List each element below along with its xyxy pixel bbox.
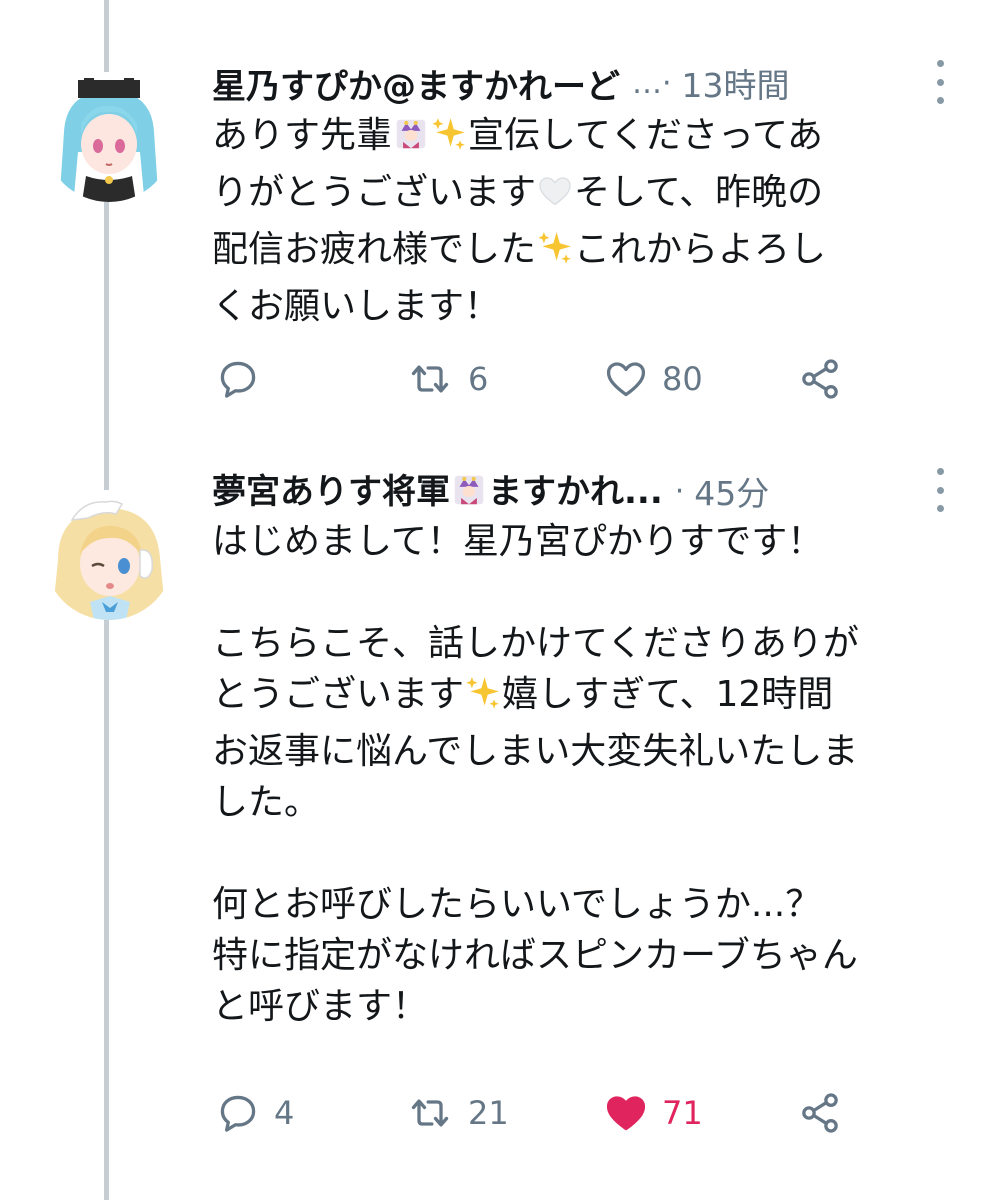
sparkle-emoji-icon [430, 115, 468, 167]
reply-button[interactable] [216, 354, 274, 404]
header-separator: …· [632, 65, 672, 101]
like-button[interactable]: 71 [604, 1088, 703, 1138]
tweet-actions: 4 21 71 [212, 1088, 852, 1138]
share-button[interactable] [798, 1088, 842, 1138]
jester-emoji-icon [450, 471, 488, 518]
jester-emoji-icon [392, 115, 430, 167]
avatar-blue-hair-girl-icon [44, 72, 174, 202]
tweet-text-line: 配信お疲れ様でした これからよろし [212, 224, 952, 281]
tweet-header: 星乃すぴか@ますかれーど …· 13時間 [212, 58, 952, 108]
header-separator: · [674, 473, 685, 509]
tweet-text-line: お返事に悩んでしまい大変失礼いたしま [212, 731, 859, 772]
heart-filled-icon [606, 1096, 646, 1131]
like-count: 80 [662, 360, 703, 398]
reply-icon [220, 361, 256, 398]
tweet-actions: 6 80 [212, 354, 852, 404]
retweet-count: 6 [468, 360, 489, 398]
tweet-text-line: 何とお呼びしたらいいでしょうか...？ [212, 884, 822, 925]
tweet-text-line: と呼びます！ [212, 986, 429, 1027]
tweet-text-line: りがとうございます そして、昨晩の [212, 167, 952, 224]
retweet-button[interactable]: 6 [406, 354, 488, 404]
tweet-text-line [212, 567, 952, 618]
timestamp[interactable]: 45分 [694, 467, 769, 515]
display-name[interactable]: 星乃すぴか@ますかれーど [212, 59, 620, 108]
reply-icon [220, 1095, 256, 1132]
like-count: 71 [662, 1094, 703, 1132]
more-options-icon[interactable] [928, 468, 952, 512]
display-name[interactable]: 夢宮ありす将軍 ますかれ... [212, 464, 663, 518]
avatar-blonde-maid-girl-icon [44, 490, 174, 620]
avatar[interactable] [44, 490, 174, 620]
tweet-text: はじめまして！星乃宮ぴかりすです！ こちらこそ、話しかけてくださりありがとうござ… [212, 516, 952, 1032]
sparkle-emoji-icon [464, 674, 502, 726]
share-icon [802, 359, 838, 399]
tweet-text-line: 特に指定がなければスピンカーブちゃん [212, 935, 858, 976]
share-icon [802, 1093, 838, 1133]
timestamp[interactable]: 13時間 [682, 59, 790, 107]
retweet-count: 21 [468, 1094, 509, 1132]
sparkle-emoji-icon [536, 229, 574, 281]
tweet-text: ありす先輩 宣伝してくださってあ りがとうございます そして、昨晩の 配信お疲れ様でした… [212, 110, 952, 332]
tweet[interactable]: 星乃すぴか@ますかれーど …· 13時間 ありす先輩 宣伝してくださってあ りがとう… [0, 0, 992, 420]
like-button[interactable]: 80 [604, 354, 703, 404]
tweet-text-line: こちらこそ、話しかけてくださりありが [212, 623, 859, 664]
share-button[interactable] [798, 354, 842, 404]
reply-button[interactable]: 4 [216, 1088, 294, 1138]
retweet-icon [411, 1099, 449, 1127]
heart-outline-icon [606, 362, 646, 397]
retweet-icon [411, 365, 449, 393]
tweet-text-line [212, 828, 952, 879]
tweet-text-line: した。 [212, 782, 321, 823]
tweet-header: 夢宮ありす将軍 ますかれ... · 45分 [212, 466, 952, 516]
tweet-text-line: とうございます 嬉しすぎて、12時間 [212, 669, 952, 726]
more-options-icon[interactable] [928, 60, 952, 104]
avatar[interactable] [44, 72, 174, 202]
white-heart-emoji-icon [536, 172, 574, 224]
retweet-button[interactable]: 21 [406, 1088, 509, 1138]
tweet-text-line: ありす先輩 宣伝してくださってあ [212, 110, 952, 167]
tweet-text-line: くお願いします！ [212, 286, 501, 327]
tweet-text-line: はじめまして！星乃宮ぴかりすです！ [212, 521, 824, 562]
reply-count: 4 [274, 1094, 295, 1132]
tweet[interactable]: 夢宮ありす将軍 ますかれ... · 45分 はじめまして！星乃宮ぴかりすです！ こ… [0, 450, 992, 1200]
